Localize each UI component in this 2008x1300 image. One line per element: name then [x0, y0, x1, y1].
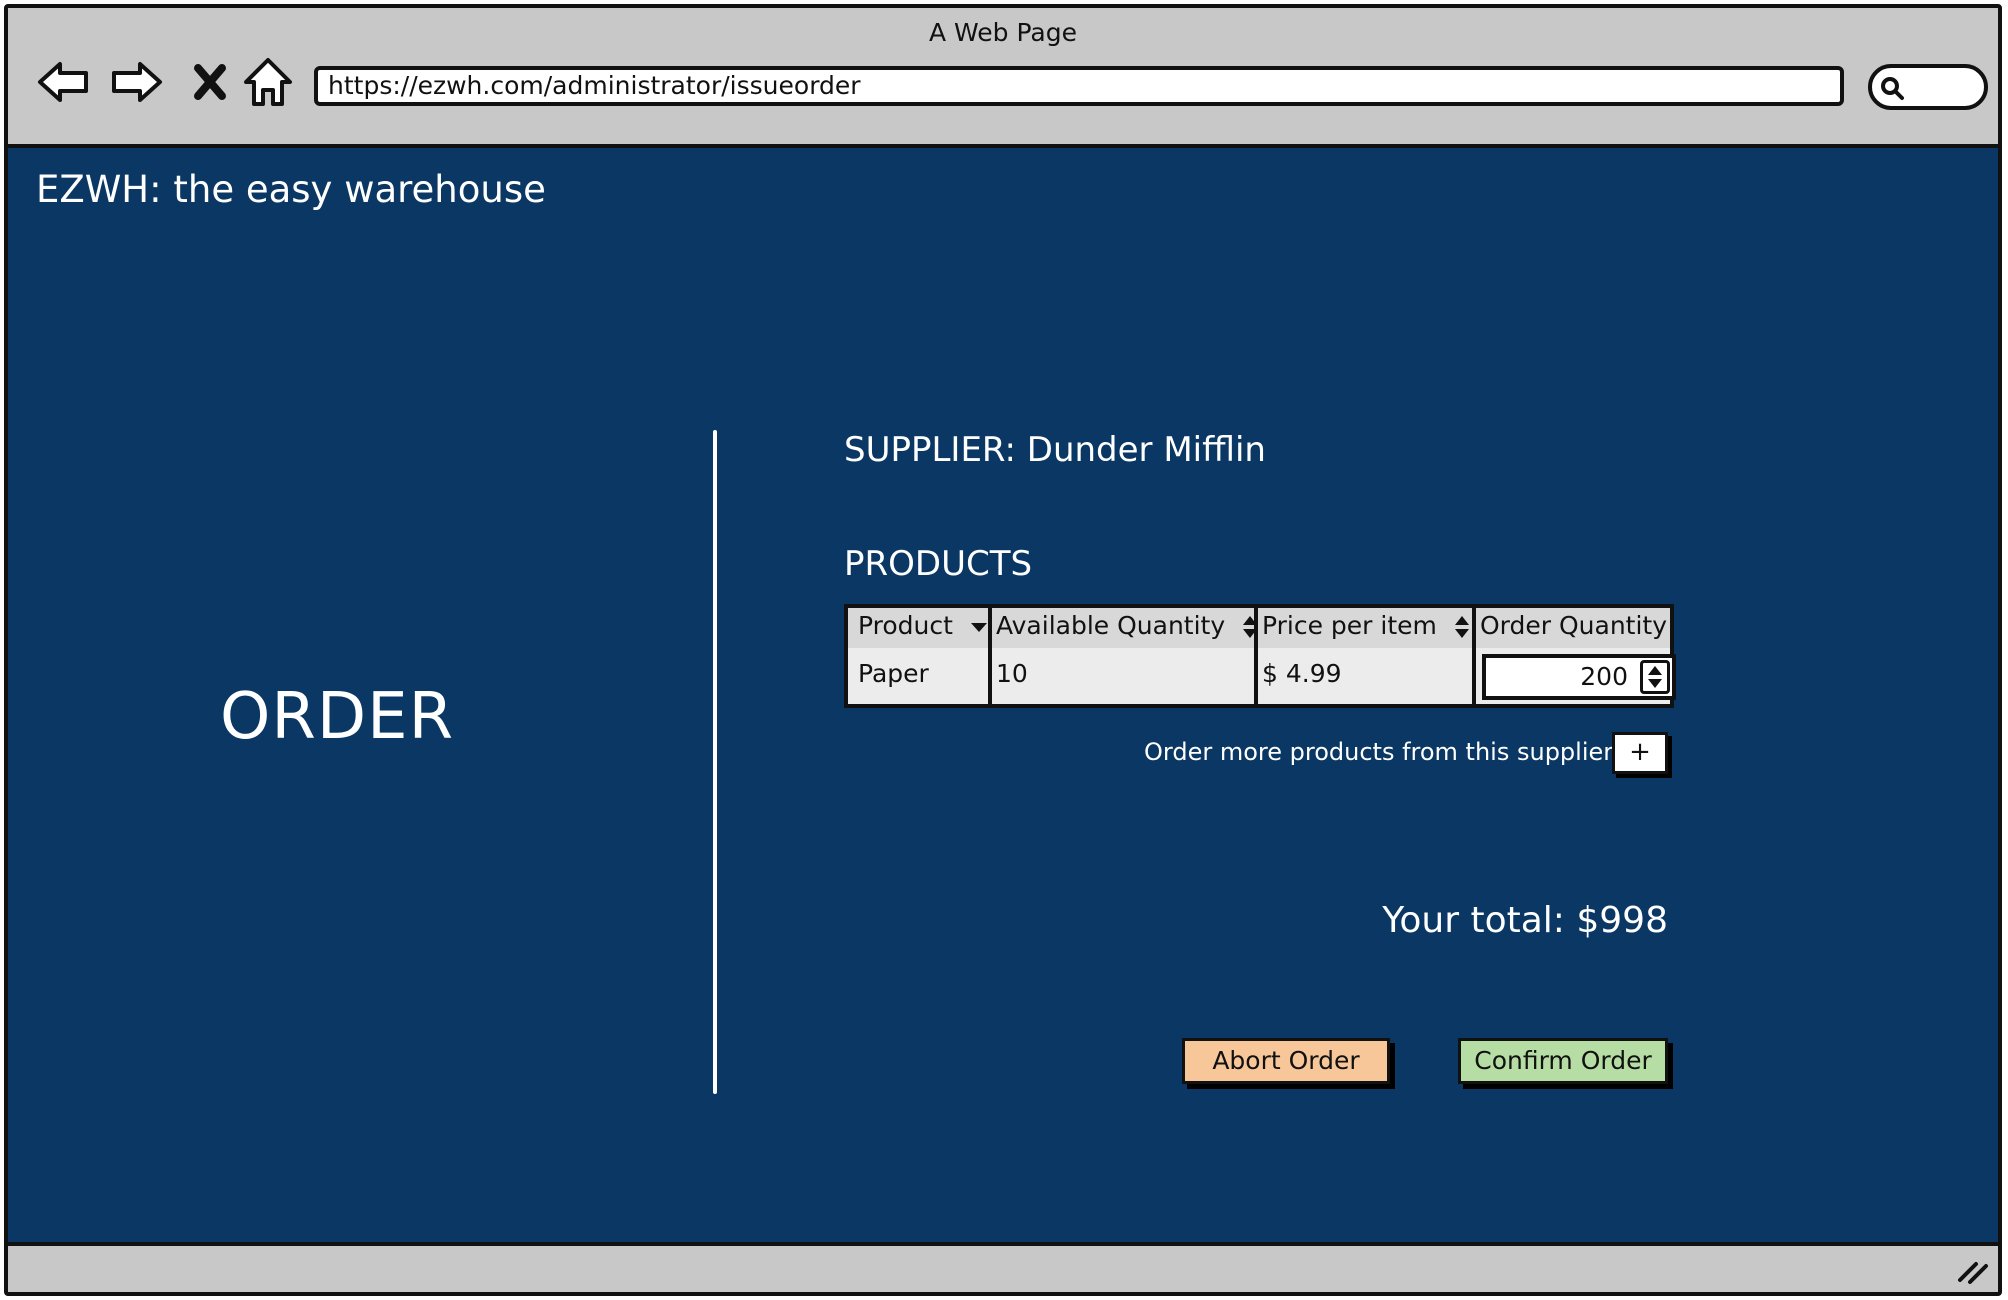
- confirm-order-button[interactable]: Confirm Order: [1458, 1038, 1668, 1084]
- sort-down-icon: [970, 623, 987, 632]
- window-title: A Web Page: [928, 18, 1078, 47]
- back-arrow-icon[interactable]: [34, 52, 94, 112]
- column-header-available-quantity[interactable]: Available Quantity: [992, 608, 1258, 648]
- table-cell-price-per-item: $ 4.99: [1262, 659, 1342, 688]
- column-header-price-per-item[interactable]: Price per item: [1258, 608, 1472, 648]
- table-cell-available-quantity: 10: [996, 659, 1028, 688]
- column-available-quantity: Available Quantity 10: [988, 608, 1258, 704]
- abort-order-button[interactable]: Abort Order: [1182, 1038, 1390, 1084]
- page-heading: ORDER: [220, 680, 455, 754]
- vertical-divider: [713, 430, 717, 1094]
- column-price-per-item: Price per item $ 4.99: [1254, 608, 1472, 704]
- browser-statusbar: [8, 1242, 1998, 1292]
- supplier-label: SUPPLIER: Dunder Mifflin: [844, 430, 1266, 470]
- search-icon: [1881, 77, 1904, 100]
- browser-search-field[interactable]: [1868, 64, 1988, 110]
- home-icon[interactable]: [238, 52, 298, 112]
- column-header-product[interactable]: Product: [848, 608, 988, 648]
- table-cell-product: Paper: [858, 659, 929, 688]
- order-more-products-label: Order more products from this supplier: [1144, 738, 1614, 766]
- products-table: Product Paper Available Quantity 10 Pric…: [844, 604, 1676, 708]
- column-product: Product Paper: [848, 608, 988, 704]
- order-total: Your total: $998: [1382, 900, 1668, 941]
- browser-window: A Web Page https://ezwh.com/administrato…: [4, 4, 2002, 1296]
- order-quantity-value: 200: [1580, 662, 1628, 691]
- add-product-button[interactable]: +: [1612, 732, 1668, 774]
- resize-grip-icon[interactable]: [1954, 1250, 1990, 1286]
- column-header-order-quantity[interactable]: Order Quantity: [1476, 608, 1670, 648]
- products-heading: PRODUCTS: [844, 544, 1033, 584]
- column-order-quantity: Order Quantity 200: [1472, 608, 1676, 704]
- order-quantity-stepper[interactable]: 200: [1482, 654, 1676, 700]
- column-header-label: Product: [858, 611, 953, 640]
- stepper-updown-icon[interactable]: [1640, 660, 1670, 694]
- column-header-label: Order Quantity: [1480, 611, 1668, 640]
- forward-arrow-icon[interactable]: [106, 52, 166, 112]
- browser-toolbar: A Web Page https://ezwh.com/administrato…: [8, 8, 1998, 148]
- app-title: EZWH: the easy warehouse: [36, 168, 546, 211]
- url-input[interactable]: https://ezwh.com/administrator/issueorde…: [314, 66, 1844, 106]
- close-x-icon[interactable]: [180, 52, 240, 112]
- column-header-label: Available Quantity: [996, 611, 1226, 640]
- page-content: EZWH: the easy warehouse ORDER SUPPLIER:…: [8, 148, 1998, 1250]
- sort-updown-icon: [1454, 616, 1469, 638]
- column-header-label: Price per item: [1262, 611, 1437, 640]
